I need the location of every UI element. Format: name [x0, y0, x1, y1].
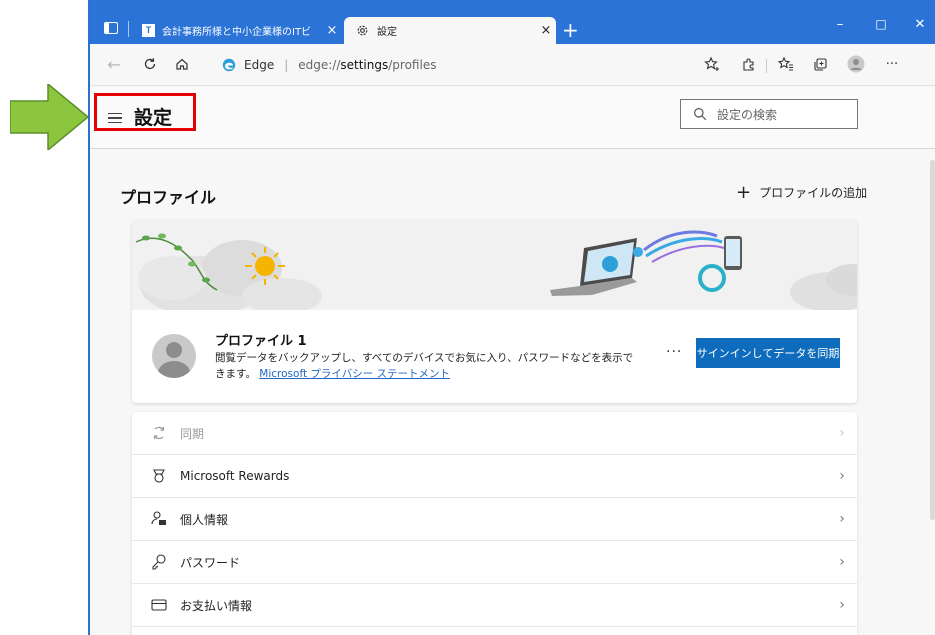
search-icon	[694, 108, 707, 121]
list-item-label: お支払い情報	[180, 598, 253, 613]
refresh-icon[interactable]	[140, 54, 160, 74]
key-icon	[152, 554, 166, 570]
profile-row: プロファイル 1 閲覧データをバックアップし、すべてのデバイスでお気に入り、パス…	[132, 310, 857, 403]
section-title: プロファイル	[120, 188, 217, 207]
chevron-right-icon: ›	[839, 511, 845, 527]
privacy-statement-link[interactable]: Microsoft プライバシー ステートメント	[259, 368, 450, 380]
personal-info-icon	[151, 511, 166, 525]
url-path: settings	[340, 58, 389, 72]
edge-logo-icon	[222, 58, 236, 72]
add-profile-label: プロファイルの追加	[759, 186, 868, 200]
list-item-label: Microsoft Rewards	[180, 469, 290, 483]
maximize-button[interactable]: □	[866, 17, 896, 31]
favorites-icon[interactable]	[776, 54, 796, 74]
url-separator: |	[284, 58, 289, 72]
sync-icon	[153, 426, 165, 440]
extensions-icon[interactable]	[738, 54, 758, 74]
home-icon[interactable]	[172, 54, 192, 74]
address-bar[interactable]: Edge | edge:// settings /profiles	[222, 54, 436, 76]
list-item-label: 個人情報	[180, 512, 229, 527]
profile-description: 閲覧データをバックアップし、すべてのデバイスでお気に入り、パスワードなどを表示で…	[215, 350, 635, 382]
tab-close-button[interactable]: ×	[536, 23, 556, 38]
profile-banner	[132, 220, 857, 316]
url-suffix: /profiles	[388, 58, 437, 72]
list-item-rewards[interactable]: Microsoft Rewards ›	[132, 455, 857, 498]
minimize-button[interactable]: –	[825, 17, 855, 32]
list-item-personal-info[interactable]: 個人情報 ›	[132, 498, 857, 541]
tab-settings[interactable]: 設定 ×	[344, 17, 556, 44]
profile-name: プロファイル 1	[215, 334, 307, 349]
hamburger-menu-icon[interactable]	[108, 113, 122, 123]
add-profile-button[interactable]: + プロファイルの追加	[736, 181, 868, 203]
title-bar: T 会計事務所様と中小企業様のITビ × 設定 × + – □ ✕	[90, 0, 935, 44]
page-scrollbar[interactable]	[930, 160, 935, 520]
rewards-icon	[153, 469, 165, 483]
add-favorite-icon[interactable]	[702, 54, 722, 74]
chevron-right-icon: ›	[839, 425, 845, 441]
site-name: Edge	[244, 58, 275, 72]
close-window-button[interactable]: ✕	[905, 17, 935, 32]
page-title: 設定	[134, 107, 173, 129]
more-menu-icon[interactable]: ···	[882, 54, 902, 74]
chevron-right-icon: ›	[839, 554, 845, 570]
profile-card: プロファイル 1 閲覧データをバックアップし、すべてのデバイスでお気に入り、パス…	[132, 220, 857, 403]
settings-search-input[interactable]: 設定の検索	[680, 99, 858, 129]
site-favicon-icon: T	[142, 24, 155, 37]
navigation-bar: ← Edge | edge:// settings /profiles ···	[90, 44, 935, 86]
new-tab-button[interactable]: +	[562, 17, 579, 43]
list-item-label: 同期	[180, 426, 205, 441]
annotation-arrow	[10, 84, 90, 150]
list-item-sync[interactable]: 同期 ›	[132, 412, 857, 455]
settings-header: 設定 設定の検索	[90, 87, 935, 149]
profile-settings-list: 同期 › Microsoft Rewards › 個人情報 › パスワード › …	[132, 412, 857, 635]
chevron-right-icon: ›	[839, 468, 845, 484]
profile-more-button[interactable]: ···	[666, 344, 682, 360]
list-item-payment[interactable]: お支払い情報 ›	[132, 584, 857, 627]
profile-avatar-icon[interactable]	[846, 54, 866, 74]
plus-icon: +	[736, 181, 752, 203]
sign-in-sync-button[interactable]: サインインしてデータを同期	[696, 338, 840, 368]
list-item-password[interactable]: パスワード ›	[132, 541, 857, 584]
profile-avatar	[152, 334, 196, 378]
url-prefix: edge://	[298, 58, 341, 72]
browser-window: T 会計事務所様と中小企業様のITビ × 設定 × + – □ ✕ ← Edge…	[88, 0, 935, 635]
back-icon[interactable]: ←	[104, 54, 124, 74]
tab-accounting[interactable]: T 会計事務所様と中小企業様のITビ ×	[134, 17, 342, 44]
list-item-label: パスワード	[180, 555, 241, 570]
tab-title: 設定	[377, 27, 397, 38]
settings-content: プロファイル + プロファイルの追加 プロファイル 1 閲覧データをバックアップ…	[90, 150, 935, 635]
chevron-right-icon: ›	[839, 597, 845, 613]
tab-close-button[interactable]: ×	[322, 23, 342, 38]
gear-icon	[357, 25, 368, 36]
search-placeholder: 設定の検索	[717, 107, 778, 122]
tab-title: 会計事務所様と中小企業様のITビ	[162, 27, 312, 38]
collections-icon[interactable]	[810, 54, 830, 74]
tab-actions-icon[interactable]	[104, 22, 118, 34]
card-icon	[151, 599, 167, 611]
